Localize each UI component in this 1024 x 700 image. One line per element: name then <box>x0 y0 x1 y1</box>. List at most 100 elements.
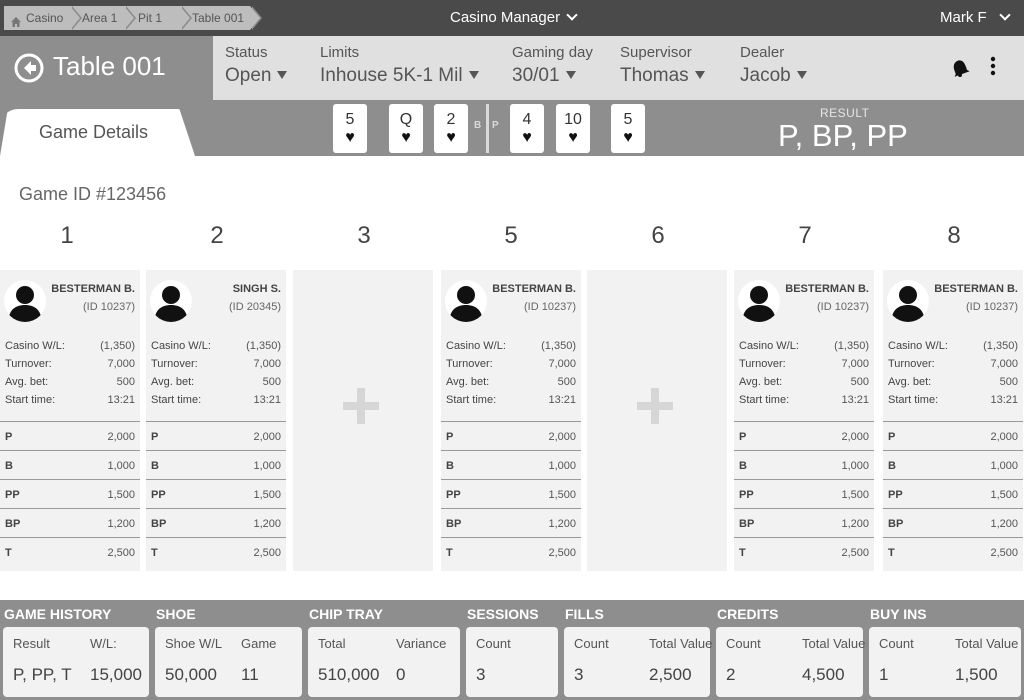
bet-row[interactable]: B 1,000 <box>883 450 1023 479</box>
bet-amount: 2,500 <box>253 547 281 559</box>
panel-box[interactable]: Shoe W/L 50,000 Game 11 <box>155 627 302 697</box>
avatar <box>887 280 929 322</box>
app-title: Casino Manager <box>450 9 561 26</box>
breadcrumb-label: Area 1 <box>82 11 118 25</box>
bet-row[interactable]: PP 1,500 <box>146 479 286 508</box>
panel-column: Total Value 2,500 <box>649 636 712 685</box>
seat-number: 2 <box>210 222 224 249</box>
bet-type: P <box>888 431 896 443</box>
bet-row[interactable]: BP 1,200 <box>883 508 1023 537</box>
panel-value: 3 <box>574 665 584 684</box>
panel-label: Count <box>574 636 609 651</box>
add-player-icon[interactable] <box>637 388 673 424</box>
panel-box[interactable]: Total 510,000 Variance 0 <box>308 627 460 697</box>
panel-label: Result <box>13 636 50 651</box>
player-id: (ID 10237) <box>83 301 135 313</box>
dropdown-arrow-icon <box>277 71 288 79</box>
bet-row[interactable]: BP 1,200 <box>146 508 286 537</box>
add-player-icon[interactable] <box>343 388 379 424</box>
empty-seat[interactable] <box>587 270 727 571</box>
seat-number: 7 <box>798 222 812 249</box>
bet-row[interactable]: BP 1,200 <box>734 508 874 537</box>
panel-box[interactable]: Count 3 <box>466 627 558 697</box>
supervisor-field[interactable]: Supervisor Thomas <box>620 44 705 87</box>
bet-type: BP <box>151 518 167 530</box>
bet-amount: 1,500 <box>253 489 281 501</box>
bet-amount: 1,000 <box>990 460 1018 472</box>
bet-amount: 1,500 <box>841 489 869 501</box>
bet-row[interactable]: T 2,500 <box>441 537 581 566</box>
stat-label: Start time: <box>888 394 939 406</box>
player-stat-row: Start time: 13:21 <box>151 394 281 412</box>
bet-row[interactable]: T 2,500 <box>0 537 140 566</box>
bet-row[interactable]: B 1,000 <box>441 450 581 479</box>
empty-seat[interactable] <box>293 270 433 571</box>
dealer-field[interactable]: Dealer Jacob <box>740 44 807 87</box>
bet-row[interactable]: P 2,000 <box>0 421 140 450</box>
seat-number: 1 <box>60 222 74 249</box>
panel-box[interactable]: Count 3 Total Value 2,500 <box>564 627 712 697</box>
bet-row[interactable]: P 2,000 <box>441 421 581 450</box>
stat-value: 500 <box>262 376 281 388</box>
bet-type: B <box>446 460 454 472</box>
bet-row[interactable]: B 1,000 <box>734 450 874 479</box>
stat-label: Turnover: <box>446 358 493 370</box>
bet-row[interactable]: BP 1,200 <box>441 508 581 537</box>
status-field[interactable]: Status Open <box>225 44 288 87</box>
bell-icon[interactable] <box>951 58 971 78</box>
card-rank: 5 <box>623 111 633 128</box>
stat-label: Avg. bet: <box>739 376 783 388</box>
bet-row[interactable]: T 2,500 <box>146 537 286 566</box>
summary-panel: SHOE Shoe W/L 50,000 Game 11 <box>152 600 305 700</box>
limits-field[interactable]: Limits Inhouse 5K-1 Mil <box>320 44 479 87</box>
stat-value: 7,000 <box>548 358 576 370</box>
bet-amount: 2,500 <box>990 547 1018 559</box>
gaming-day-field[interactable]: Gaming day 30/01 <box>512 44 593 87</box>
home-icon <box>10 12 22 27</box>
summary-panel: FILLS Count 3 Total Value 2,500 <box>561 600 713 700</box>
player-name: BESTERMAN B. <box>492 283 576 295</box>
bet-row[interactable]: PP 1,500 <box>734 479 874 508</box>
player-stat-row: Start time: 13:21 <box>5 394 135 412</box>
panel-box[interactable]: Result P, PP, T W/L: 15,000 <box>3 627 149 697</box>
app-switcher[interactable]: Casino Manager <box>450 0 578 36</box>
panel-box[interactable]: Count 1 Total Value 1,500 <box>869 627 1021 697</box>
panel-column: Game 11 <box>241 636 276 685</box>
breadcrumb-item-casino[interactable]: Casino <box>4 6 82 30</box>
bet-row[interactable]: PP 1,500 <box>883 479 1023 508</box>
bet-row[interactable]: B 1,000 <box>0 450 140 479</box>
bet-row[interactable]: BP 1,200 <box>0 508 140 537</box>
bet-type: T <box>446 547 453 559</box>
more-options-icon[interactable] <box>989 56 997 78</box>
panel-box[interactable]: Count 2 Total Value 4,500 <box>716 627 865 697</box>
bet-amount: 1,000 <box>107 460 135 472</box>
supervisor-value: Thomas <box>620 65 689 86</box>
stat-label: Start time: <box>151 394 202 406</box>
user-menu[interactable]: Mark F <box>940 0 1011 36</box>
stat-label: Start time: <box>739 394 790 406</box>
bet-row[interactable]: T 2,500 <box>883 537 1023 566</box>
bet-row[interactable]: PP 1,500 <box>441 479 581 508</box>
result-value: P, BP, PP <box>778 118 908 153</box>
player-stat-row: Casino W/L: (1,350) <box>446 340 576 358</box>
back-arrow-icon[interactable] <box>14 53 44 83</box>
stat-value: 7,000 <box>841 358 869 370</box>
bet-row[interactable]: P 2,000 <box>883 421 1023 450</box>
bet-type: P <box>739 431 747 443</box>
bet-row[interactable]: B 1,000 <box>146 450 286 479</box>
bet-type: PP <box>151 489 166 501</box>
stat-label: Turnover: <box>151 358 198 370</box>
bet-type: BP <box>888 518 904 530</box>
limits-label: Limits <box>320 44 360 61</box>
bet-row[interactable]: P 2,000 <box>146 421 286 450</box>
heart-icon: ♥ <box>401 129 411 146</box>
bet-row[interactable]: P 2,000 <box>734 421 874 450</box>
bet-row[interactable]: T 2,500 <box>734 537 874 566</box>
stat-label: Avg. bet: <box>446 376 490 388</box>
bet-type: P <box>5 431 13 443</box>
player-seat-card: BESTERMAN B. (ID 10237) Casino W/L: (1,350)… <box>0 270 140 571</box>
stat-value: 7,000 <box>253 358 281 370</box>
bet-row[interactable]: PP 1,500 <box>0 479 140 508</box>
player-card: 10 ♥ <box>556 104 590 153</box>
stat-value: 500 <box>999 376 1018 388</box>
